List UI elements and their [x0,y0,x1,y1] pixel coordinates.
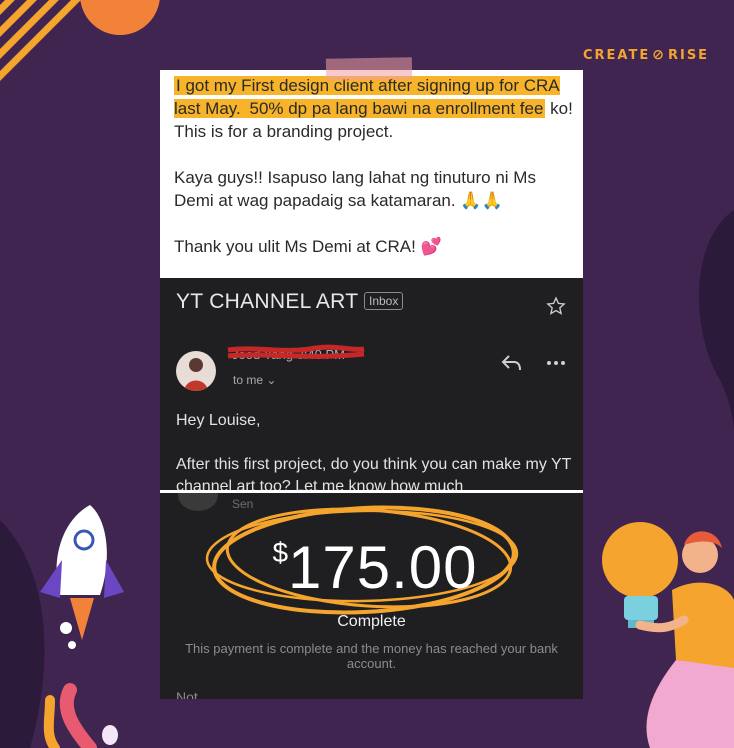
payment-note: This payment is complete and the money h… [185,641,558,671]
post-paragraph-1: I got my First design client after signi… [174,74,574,143]
currency-symbol: $ [272,537,289,568]
lightbulb-illustration [602,522,734,748]
payment-status: Complete [337,613,406,630]
redaction-scribble [227,344,365,359]
inbox-badge[interactable]: Inbox [364,292,404,310]
recipient-toggle[interactable]: to me ⌄ [233,373,276,387]
brand-name-left: CREATE [583,48,651,63]
payment-screenshot: Sen $175.00 Complete This payment is com… [160,493,583,699]
email-body: Hey Louise, After this first project, do… [176,410,576,492]
email-subject: YT CHANNEL ART [176,290,359,313]
email-greeting: Hey Louise, [176,412,261,429]
post-paragraph-3: Thank you ulit Ms Demi at CRA! 💕 [174,237,442,256]
bolt-icon: ⊘ [652,47,666,63]
post-text: I got my First design client after signi… [174,74,574,258]
post-panel: I got my First design client after signi… [160,70,583,278]
post-paragraph-2: Kaya guys!! Isapuso lang lahat ng tinutu… [174,168,536,210]
blob-right [699,210,734,460]
reply-icon[interactable] [500,354,522,372]
rocket-illustration [40,505,124,649]
email-screenshot: YT CHANNEL ART Inbox Jood Yang 3:40 PM t… [160,278,583,492]
avatar[interactable] [176,351,216,391]
brand-logo: CREATE ⊘ RISE [583,47,707,63]
brand-name-right: RISE [667,48,710,63]
stripes-decor [0,0,81,81]
blob-left [0,520,45,748]
star-icon[interactable] [546,296,566,316]
tape-decor [325,57,413,81]
post-text-highlight-b: 50% dp pa lang bawi na enrollment fee [247,99,546,118]
more-icon[interactable] [546,360,566,366]
payment-amount: $175.00 [260,533,490,602]
amount-value: 175.00 [288,534,478,601]
email-message: After this first project, do you think y… [176,456,572,492]
note-label: Not [176,689,198,699]
